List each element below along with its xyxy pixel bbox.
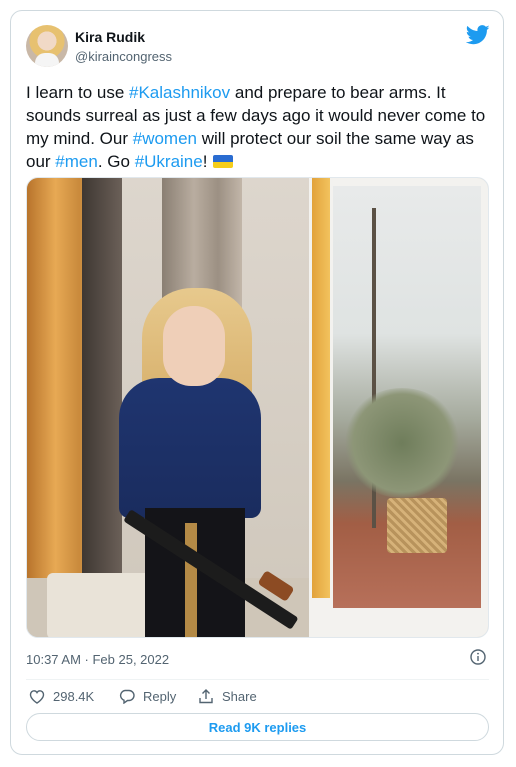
reply-label: Reply [143,688,177,704]
text-segment: I learn to use [26,83,130,102]
text-segment: ! [202,152,208,171]
tweet-text: I learn to use #Kalashnikov and prepare … [26,81,496,173]
reply-button[interactable]: Reply [119,685,176,707]
hashtag-men[interactable]: #men [55,152,98,171]
info-icon[interactable] [470,649,486,665]
tweet-card: Kira Rudik @kiraincongress I learn to us… [10,10,504,755]
hashtag-ukraine[interactable]: #Ukraine [135,152,203,171]
share-icon [199,688,213,703]
tweet-timestamp[interactable]: 10:37 AM · Feb 25, 2022 [26,652,169,667]
divider [26,679,489,680]
twitter-bird-icon[interactable] [466,25,490,45]
ukraine-flag-emoji [213,155,234,168]
author-name[interactable]: Kira Rudik [75,29,145,45]
read-replies-button[interactable]: Read 9K replies [26,713,489,741]
like-button[interactable]: 298.4K [29,685,94,707]
reply-icon [119,689,135,704]
heart-icon [29,689,45,704]
text-segment: . Go [97,152,135,171]
hashtag-kalashnikov[interactable]: #Kalashnikov [129,83,230,102]
like-count: 298.4K [53,688,95,704]
share-label: Share [222,688,257,704]
avatar[interactable] [26,25,68,67]
author-handle[interactable]: @kiraincongress [75,49,172,64]
share-button[interactable]: Share [198,685,257,707]
hashtag-women[interactable]: #women [133,129,197,148]
tweet-photo[interactable] [26,177,489,638]
